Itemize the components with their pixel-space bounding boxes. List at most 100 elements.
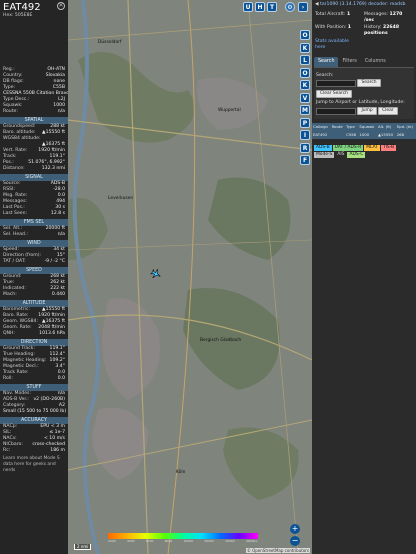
info-row: Last Seen: 12.8 s	[0, 211, 68, 217]
legend-item[interactable]: UAT / ADS-R	[332, 144, 364, 151]
section-header-altitude[interactable]: ALTITUDE	[0, 300, 68, 307]
map-side-button[interactable]: R	[300, 142, 310, 153]
map-side-button[interactable]: K	[300, 42, 310, 53]
back-arrow-icon[interactable]: ◀	[315, 2, 319, 7]
stat-item: Total Aircraft: 1	[315, 12, 364, 24]
column-header[interactable]: Alt. (ft)	[377, 122, 396, 131]
toggle-h-button[interactable]: H	[255, 2, 265, 12]
stats-here-link[interactable]: here	[315, 45, 413, 51]
collapse-sidebar-icon[interactable]: ›	[298, 2, 308, 12]
info-value: n/a	[57, 232, 65, 237]
map-view[interactable]: Wuppertal Bergisch Gladbach Köln Leverkusen…	[68, 0, 312, 554]
gear-icon[interactable]: ⚙	[285, 2, 295, 12]
scale-bar: 2 nmi	[74, 544, 92, 550]
table-cell: 268	[395, 130, 416, 139]
map-side-button[interactable]: I	[300, 130, 310, 140]
toggle-t-button[interactable]: T	[267, 2, 277, 12]
section-header-spatial[interactable]: SPATIAL	[0, 117, 68, 124]
stat-item: Messages: 1270 /sec	[364, 12, 413, 24]
colorbar-tick: 2000	[108, 539, 116, 543]
version-text[interactable]: tar1090 (3.14.1769) decoder: readsb	[320, 2, 405, 7]
section-header-signal[interactable]: SIGNAL	[0, 174, 68, 181]
info-value: ▲15550 ft	[42, 130, 65, 135]
jump-button[interactable]: Jump	[357, 107, 377, 115]
map-side-button[interactable]: P	[300, 117, 310, 128]
tar1090-app: EAT492 Hex: 505E8E ✕ Reg.: OH-ATN Country:…	[0, 0, 416, 554]
tab-columns[interactable]: Columns	[361, 57, 390, 67]
section-header-fms[interactable]: FMS SEL	[0, 219, 68, 226]
info-key: Mach:	[3, 292, 17, 297]
table-cell: ▲15550	[377, 130, 396, 139]
info-value: -9 / -2 °C	[44, 259, 65, 264]
legend-item[interactable]: AIS	[335, 151, 347, 158]
mode-s-note[interactable]: Learn more about Mode S data here for ge…	[0, 454, 68, 476]
detail-row: Route: n/a	[0, 109, 68, 115]
colorbar-tick: 8000	[164, 539, 173, 543]
section-header-wind[interactable]: WIND	[0, 240, 68, 247]
legend-item[interactable]: MLAT	[364, 144, 380, 151]
stat-key: With Position:	[315, 25, 347, 30]
table-cell: C55B	[345, 130, 359, 139]
map-side-button[interactable]: V	[300, 92, 310, 103]
jump-input[interactable]	[316, 107, 356, 115]
legend-item[interactable]: Mode-S	[314, 151, 335, 158]
map-attribution[interactable]: © OpenStreetMap contributors	[245, 548, 310, 553]
info-row: Small (15 500 to 75 000 lb)	[0, 409, 68, 415]
colorbar-tick: 30000	[225, 539, 235, 543]
info-key: Distance:	[3, 166, 25, 171]
column-header[interactable]: Callsign	[312, 122, 331, 131]
legend-item[interactable]: ADS-B	[314, 144, 332, 151]
table-cell: EAT492	[312, 130, 331, 139]
column-header[interactable]: Type	[345, 122, 359, 131]
map-side-button[interactable]: O	[300, 30, 310, 40]
altitude-colorbar-ticks: 2000 4000 6000 8000 10000 20000 30000 40000+	[108, 539, 258, 543]
colorbar-tick: 10000	[183, 539, 194, 543]
map-side-button[interactable]: K	[300, 80, 310, 90]
aircraft-photo-area	[0, 19, 68, 67]
info-key: Sel. Head.:	[3, 232, 28, 237]
colorbar-tick: 4000	[126, 539, 135, 543]
map-place-label: Düsseldorf	[98, 40, 122, 45]
info-value: Small (15 500 to 75 000 lb)	[3, 409, 67, 414]
aircraft-detail-panel: EAT492 Hex: 505E8E ✕ Reg.: OH-ATN Country:…	[0, 0, 68, 554]
detail-key: Route:	[3, 109, 18, 114]
map-side-button[interactable]: L	[300, 55, 310, 65]
version-link[interactable]: ◀ tar1090 (3.14.1769) decoder: readsb	[312, 0, 416, 10]
legend-item[interactable]: TIS-B	[380, 144, 397, 151]
map-canvas	[68, 0, 312, 554]
map-side-button[interactable]: O	[300, 67, 310, 78]
clear-search-button[interactable]: Clear Search	[316, 89, 352, 98]
zoom-out-button[interactable]: −	[290, 536, 300, 546]
stats-link[interactable]: Stats available here	[312, 39, 416, 51]
info-key: WGS84 altitude:	[3, 136, 41, 141]
tab-filters[interactable]: Filters	[338, 57, 360, 67]
map-place-label: Leverkusen	[108, 196, 134, 201]
clear-jump-button[interactable]: Clear	[378, 107, 398, 115]
zoom-in-button[interactable]: +	[290, 524, 300, 534]
legend-item[interactable]: ADS-C	[347, 151, 366, 158]
column-header[interactable]: Spd. (kt)	[395, 122, 416, 131]
section-header-speed[interactable]: SPEED	[0, 267, 68, 274]
search-button[interactable]: Search	[357, 79, 381, 87]
table-row[interactable]: EAT492 C55B 1000 ▲15550 268	[312, 130, 416, 139]
info-value: 12.8 s	[50, 211, 65, 216]
map-side-button[interactable]: M	[300, 105, 310, 115]
tab-search[interactable]: Search	[314, 57, 339, 67]
map-place-label: Köln	[176, 470, 186, 475]
table-cell: 1000	[358, 130, 378, 139]
section-header-stuff[interactable]: STUFF	[0, 384, 68, 391]
column-header[interactable]: Route	[330, 122, 346, 131]
section-header-accuracy[interactable]: ACCURACY	[0, 417, 68, 424]
column-header[interactable]: Squawk	[358, 122, 378, 131]
close-icon[interactable]: ✕	[57, 2, 65, 10]
map-side-button[interactable]: F	[300, 155, 310, 165]
search-input[interactable]	[316, 79, 356, 87]
info-value: 1013.6 hPa	[39, 331, 65, 336]
aircraft-details: Reg.: OH-ATN Country: Slovakia DB flags: none…	[0, 67, 68, 115]
info-value: 0.440	[51, 292, 65, 297]
section-header-direction[interactable]: DIRECTION	[0, 339, 68, 346]
colorbar-tick: 40000+	[245, 539, 258, 543]
jump-label: Jump to Airport or Latitude, Longitude:	[316, 100, 405, 105]
toggle-u-button[interactable]: U	[243, 2, 253, 12]
stat-key: Messages:	[364, 12, 389, 17]
